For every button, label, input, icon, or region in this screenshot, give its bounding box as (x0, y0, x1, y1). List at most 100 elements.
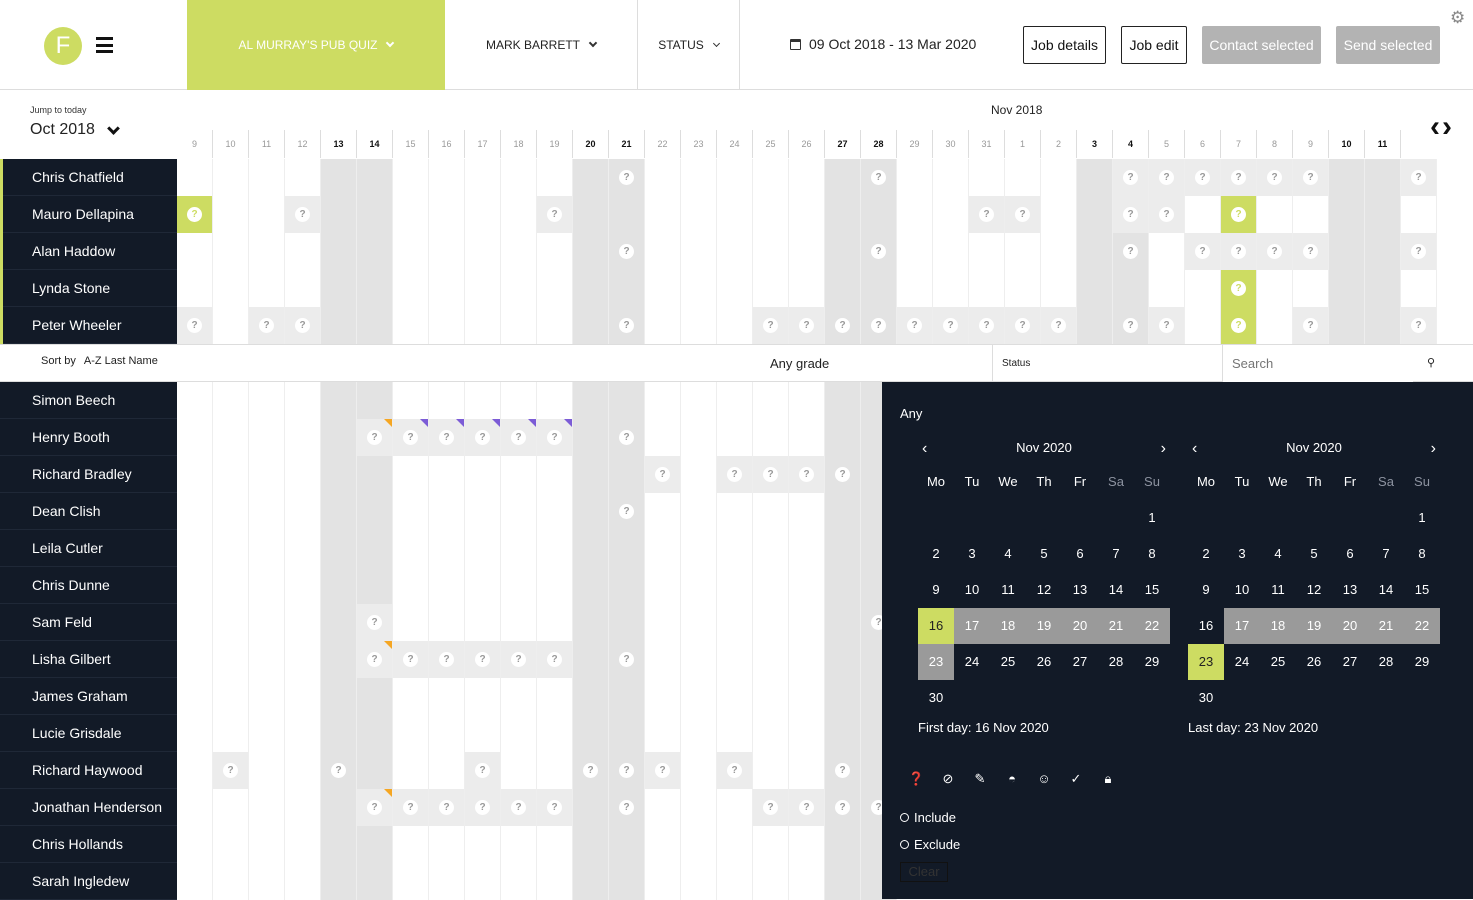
calendar-day[interactable]: 28 (1098, 644, 1134, 680)
job-details-button[interactable]: Job details (1023, 26, 1106, 64)
schedule-cell[interactable] (213, 863, 249, 900)
calendar-day[interactable]: 24 (1224, 644, 1260, 680)
schedule-cell[interactable] (429, 382, 465, 419)
schedule-cell[interactable]: ? (393, 419, 429, 456)
schedule-cell[interactable] (717, 530, 753, 567)
schedule-cell[interactable] (393, 530, 429, 567)
schedule-cell[interactable] (501, 604, 537, 641)
schedule-cell[interactable] (501, 678, 537, 715)
schedule-cell[interactable] (717, 493, 753, 530)
schedule-cell[interactable] (1149, 270, 1185, 307)
schedule-cell[interactable] (681, 196, 717, 233)
schedule-cell[interactable] (789, 752, 825, 789)
schedule-cell[interactable] (285, 419, 321, 456)
schedule-cell[interactable] (1257, 307, 1293, 344)
schedule-cell[interactable] (861, 196, 897, 233)
schedule-cell[interactable] (213, 715, 249, 752)
schedule-cell[interactable] (249, 641, 285, 678)
schedule-cell[interactable] (357, 233, 393, 270)
schedule-cell[interactable] (177, 530, 213, 567)
person-name[interactable]: Lucie Grisdale (0, 715, 177, 752)
schedule-cell[interactable] (789, 419, 825, 456)
schedule-cell[interactable] (789, 270, 825, 307)
person-name[interactable]: Lynda Stone (3, 270, 177, 307)
smile-icon[interactable]: ☺ (1036, 771, 1052, 787)
schedule-cell[interactable]: ? (429, 641, 465, 678)
schedule-cell[interactable] (573, 789, 609, 826)
schedule-cell[interactable] (393, 307, 429, 344)
schedule-cell[interactable] (537, 604, 573, 641)
schedule-cell[interactable] (609, 382, 645, 419)
schedule-cell[interactable]: ? (465, 641, 501, 678)
schedule-cell[interactable] (717, 641, 753, 678)
schedule-cell[interactable] (429, 604, 465, 641)
schedule-cell[interactable]: ? (1113, 159, 1149, 196)
schedule-cell[interactable] (681, 641, 717, 678)
schedule-cell[interactable] (177, 641, 213, 678)
send-selected-button[interactable]: Send selected (1336, 26, 1440, 64)
schedule-cell[interactable]: ? (465, 789, 501, 826)
chevron-left-icon[interactable]: ‹ (1192, 440, 1197, 458)
schedule-cell[interactable] (825, 196, 861, 233)
chevron-right-icon[interactable]: › (1431, 440, 1436, 458)
help-icon[interactable]: ❓ (908, 771, 924, 787)
schedule-cell[interactable] (501, 307, 537, 344)
schedule-cell[interactable] (213, 307, 249, 344)
schedule-cell[interactable] (357, 196, 393, 233)
person-name[interactable]: Chris Hollands (0, 826, 177, 863)
schedule-cell[interactable] (285, 233, 321, 270)
schedule-cell[interactable] (717, 196, 753, 233)
schedule-cell[interactable] (753, 567, 789, 604)
schedule-cell[interactable] (1293, 270, 1329, 307)
schedule-cell[interactable] (681, 307, 717, 344)
schedule-cell[interactable]: ? (249, 307, 285, 344)
schedule-cell[interactable] (213, 530, 249, 567)
schedule-cell[interactable] (285, 604, 321, 641)
schedule-cell[interactable] (1077, 196, 1113, 233)
schedule-cell[interactable] (537, 159, 573, 196)
schedule-cell[interactable] (645, 715, 681, 752)
schedule-cell[interactable] (609, 863, 645, 900)
schedule-cell[interactable]: ? (897, 307, 933, 344)
schedule-cell[interactable]: ? (789, 789, 825, 826)
schedule-cell[interactable] (177, 752, 213, 789)
schedule-cell[interactable]: ? (1185, 233, 1221, 270)
schedule-cell[interactable] (249, 789, 285, 826)
schedule-cell[interactable] (1365, 233, 1401, 270)
schedule-cell[interactable]: ? (609, 419, 645, 456)
schedule-cell[interactable] (357, 493, 393, 530)
schedule-cell[interactable] (177, 270, 213, 307)
schedule-cell[interactable]: ? (1221, 196, 1257, 233)
schedule-cell[interactable]: ? (573, 752, 609, 789)
schedule-cell[interactable] (357, 567, 393, 604)
schedule-cell[interactable] (393, 752, 429, 789)
schedule-cell[interactable] (861, 270, 897, 307)
schedule-cell[interactable]: ? (1041, 307, 1077, 344)
schedule-cell[interactable] (213, 456, 249, 493)
schedule-cell[interactable] (825, 159, 861, 196)
schedule-cell[interactable] (285, 456, 321, 493)
gear-icon[interactable]: ⚙ (1450, 8, 1465, 28)
schedule-cell[interactable]: ? (1113, 196, 1149, 233)
schedule-cell[interactable] (1329, 307, 1365, 344)
schedule-cell[interactable] (465, 715, 501, 752)
schedule-cell[interactable]: ? (609, 789, 645, 826)
schedule-cell[interactable]: ? (609, 159, 645, 196)
schedule-cell[interactable] (573, 493, 609, 530)
calendar-day[interactable]: 18 (1260, 608, 1296, 644)
schedule-cell[interactable] (1365, 270, 1401, 307)
schedule-cell[interactable] (393, 567, 429, 604)
schedule-cell[interactable] (681, 382, 717, 419)
schedule-cell[interactable] (573, 456, 609, 493)
calendar-day[interactable]: 20 (1332, 608, 1368, 644)
calendar-day[interactable]: 8 (1404, 536, 1440, 572)
schedule-cell[interactable] (933, 196, 969, 233)
schedule-cell[interactable] (357, 826, 393, 863)
schedule-cell[interactable]: ? (609, 493, 645, 530)
schedule-cell[interactable] (357, 715, 393, 752)
schedule-cell[interactable] (825, 604, 861, 641)
schedule-cell[interactable] (825, 826, 861, 863)
schedule-cell[interactable]: ? (1005, 307, 1041, 344)
schedule-cell[interactable] (789, 493, 825, 530)
schedule-cell[interactable]: ? (1221, 233, 1257, 270)
